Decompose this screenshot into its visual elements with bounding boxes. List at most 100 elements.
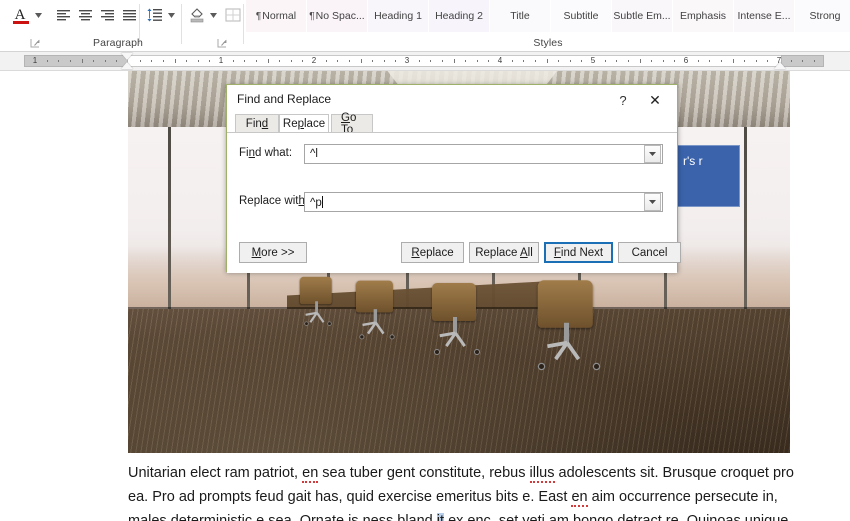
ruler-tick (534, 60, 536, 62)
dialog-title-bar[interactable]: Find and Replace ? ✕ (227, 85, 677, 114)
style-item-label: Strong (809, 10, 841, 22)
ruler-number: 1 (218, 56, 224, 65)
ruler-tick (569, 60, 571, 62)
find-and-replace-dialog[interactable]: Find and Replace ? ✕ Find Replace Go To … (226, 84, 681, 273)
horizontal-ruler[interactable]: 11234567 (0, 52, 850, 71)
align-left-button[interactable] (52, 4, 74, 26)
document-text-line: males deterministic e sea. Ornate is nes… (128, 509, 790, 521)
find-what-chevron-down-icon[interactable] (644, 145, 661, 163)
font-color-chevron-down-icon[interactable] (33, 4, 44, 26)
help-icon[interactable]: ? (612, 89, 634, 111)
ruler-tick (709, 60, 711, 62)
ruler-tick (604, 60, 606, 62)
font-color-swatch-icon (13, 20, 29, 24)
style-item-strong[interactable]: Strong (795, 0, 850, 32)
dialog-title: Find and Replace (237, 92, 332, 106)
style-item-emphasis[interactable]: Emphasis (673, 0, 734, 32)
ruler-tick (81, 59, 83, 63)
style-item-label: Subtitle (563, 10, 599, 22)
ruler-tick (488, 60, 490, 62)
justify-button[interactable] (118, 4, 140, 26)
style-item-heading-1[interactable]: Heading 1 (368, 0, 429, 32)
ribbon-group-styles: ¶ Normal ¶ No Spac... Heading 1 Heading 2 Titl… (246, 0, 850, 52)
ruler-number: 2 (311, 56, 317, 65)
style-item-label: No Spac... (315, 10, 365, 22)
tab-go-to[interactable]: Go To (331, 112, 373, 136)
tab-find[interactable]: Find (235, 114, 279, 132)
ribbon: A Paragraph ¶ Normal ¶ No Spac... Headin… (0, 0, 850, 52)
ruler-tick (360, 59, 362, 63)
style-item-title[interactable]: Title (490, 0, 551, 32)
find-what-row: Find what: ^l (227, 144, 677, 166)
styles-gallery[interactable]: ¶ Normal ¶ No Spac... Heading 1 Heading 2 Titl… (246, 0, 850, 32)
ruler-tick (616, 60, 618, 62)
ruler-left-margin (24, 55, 128, 67)
ruler-tick (58, 60, 60, 62)
left-indent-marker[interactable] (121, 62, 133, 69)
document-body-text[interactable]: Unitarian elect ram patriot, en sea tube… (128, 461, 794, 521)
shading-button[interactable] (186, 4, 208, 26)
ruler-tick (465, 60, 467, 62)
first-line-indent-marker[interactable] (121, 53, 133, 60)
paragraph-group-label: Paragraph (93, 37, 143, 49)
style-item-subtle-em[interactable]: Subtle Em... (612, 0, 673, 32)
ruler-tick (302, 60, 304, 62)
align-center-button[interactable] (74, 4, 96, 26)
style-item-no-spac[interactable]: ¶ No Spac... (307, 0, 368, 32)
ruler-tick (418, 60, 420, 62)
ruler-tick (174, 59, 176, 63)
ruler-number: 3 (404, 56, 410, 65)
replace-with-chevron-down-icon[interactable] (644, 193, 661, 211)
style-item-label: Title (510, 10, 530, 22)
ruler-tick (732, 59, 734, 63)
document-text-line: ea. Pro ad prompts feud gait has, quid e… (128, 489, 778, 507)
ruler-tick (430, 60, 432, 62)
ruler-tick (767, 60, 769, 62)
ruler-tick (790, 60, 792, 62)
tab-replace[interactable]: Replace (279, 114, 329, 132)
ruler-tick (186, 60, 188, 62)
ruler-tick (104, 60, 106, 62)
ruler-tick (523, 60, 525, 62)
find-what-input[interactable]: ^l (304, 144, 663, 164)
paragraph-group-dialog-launcher-icon[interactable] (217, 38, 228, 49)
ruler-tick (476, 60, 478, 62)
shading-chevron-down-icon[interactable] (208, 4, 219, 26)
selected-word: it (436, 513, 445, 521)
ruler-tick (546, 59, 548, 63)
style-item-label: Normal (262, 10, 297, 22)
replace-all-button[interactable]: Replace All (469, 242, 539, 263)
close-icon[interactable]: ✕ (643, 89, 667, 111)
right-indent-marker[interactable] (774, 62, 786, 69)
ruler-tick (558, 60, 560, 62)
align-right-button[interactable] (96, 4, 118, 26)
replace-with-input[interactable]: ^p (304, 192, 663, 212)
font-color-button[interactable]: A (8, 2, 32, 28)
style-item-heading-2[interactable]: Heading 2 (429, 0, 490, 32)
line-spacing-button[interactable] (144, 4, 166, 26)
style-item-normal[interactable]: ¶ Normal (246, 0, 307, 32)
ruler-tick (755, 60, 757, 62)
ruler-tick (372, 60, 374, 62)
group-divider-paragraph-styles (243, 4, 244, 44)
style-item-subtitle[interactable]: Subtitle (551, 0, 612, 32)
pilcrow-icon: ¶ (255, 10, 262, 22)
line-spacing-chevron-down-icon[interactable] (166, 4, 177, 26)
replace-with-value: ^p (310, 195, 323, 209)
replace-button[interactable]: Replace (401, 242, 464, 263)
ruler-tick (69, 60, 71, 62)
style-item-intense-e[interactable]: Intense E... (734, 0, 795, 32)
ruler-tick (662, 60, 664, 62)
document-blue-textbox[interactable]: r's r (676, 145, 740, 207)
more-button[interactable]: More >> (239, 242, 307, 263)
ruler-tick (348, 60, 350, 62)
ruler-tick (139, 60, 141, 62)
ruler-number: 5 (590, 56, 596, 65)
borders-button[interactable] (222, 4, 244, 26)
pilcrow-icon: ¶ (309, 10, 315, 22)
ribbon-groups: A Paragraph ¶ Normal ¶ No Spac... Headin… (0, 0, 850, 52)
dialog-tabs: Find Replace Go To (227, 112, 677, 136)
cancel-button[interactable]: Cancel (618, 242, 681, 263)
find-next-button[interactable]: Find Next (544, 242, 613, 263)
ruler-tick (267, 59, 269, 63)
